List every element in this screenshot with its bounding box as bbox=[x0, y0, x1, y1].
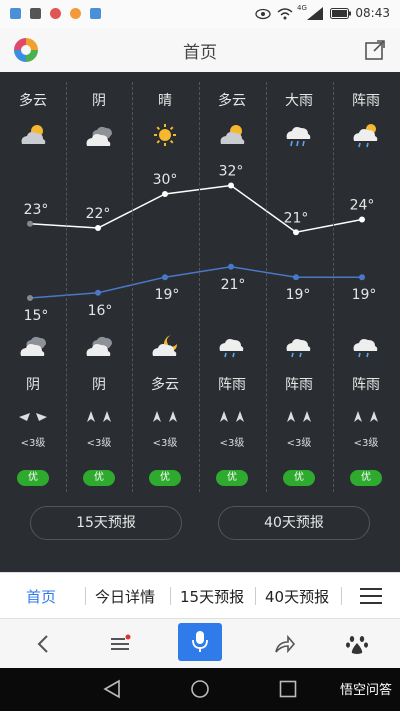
tab-divider bbox=[85, 587, 86, 605]
column-divider bbox=[266, 82, 268, 492]
wind-direction-icon bbox=[220, 411, 244, 422]
share-icon[interactable] bbox=[272, 632, 296, 656]
menu-icon[interactable] bbox=[108, 632, 132, 656]
cloudy-sun-icon bbox=[220, 125, 245, 144]
wind-direction-icon bbox=[153, 411, 177, 422]
wind-level: <3级 bbox=[152, 438, 178, 449]
aqi-badge: 优 bbox=[216, 470, 248, 486]
nav-back-icon[interactable] bbox=[102, 679, 122, 699]
day-column: 阵雨 阵雨 <3级 优 bbox=[333, 72, 399, 492]
wind-level: <3级 bbox=[86, 438, 112, 449]
page-title: 首页 bbox=[183, 43, 217, 63]
weather-night-label: 阵雨 bbox=[285, 377, 313, 393]
column-divider bbox=[333, 82, 335, 492]
day-column: 多云 阵雨 <3级 优 bbox=[199, 72, 265, 492]
aqi-badge: 优 bbox=[283, 470, 315, 486]
shower-icon bbox=[286, 339, 311, 358]
system-navigation-bar: 悟空问答 bbox=[0, 668, 400, 711]
tab-divider bbox=[341, 587, 342, 605]
aqi-badge: 优 bbox=[83, 470, 115, 486]
tab-divider bbox=[170, 587, 171, 605]
shower-icon bbox=[353, 339, 378, 358]
cloudy-sun-icon bbox=[21, 125, 46, 144]
tab-15-day[interactable]: 15天预报 bbox=[180, 586, 244, 607]
shower-icon bbox=[219, 339, 244, 358]
wind-level: <3级 bbox=[286, 438, 312, 449]
day-column: 多云 阴 <3级 优 bbox=[0, 72, 66, 492]
tab-today-details[interactable]: 今日详情 bbox=[95, 586, 155, 607]
weather-day-label: 多云 bbox=[19, 93, 47, 109]
weather-day-label: 晴 bbox=[158, 93, 172, 109]
microphone-icon bbox=[192, 631, 208, 652]
battery-icon bbox=[330, 8, 351, 19]
nav-recents-icon[interactable] bbox=[279, 680, 297, 698]
weather-day-label: 大雨 bbox=[285, 93, 313, 109]
day-column: 大雨 阵雨 <3级 优 bbox=[266, 72, 332, 492]
browser-toolbar bbox=[0, 618, 400, 669]
forecast-40-day-button[interactable]: 40天预报 bbox=[218, 506, 370, 540]
wifi-icon bbox=[277, 8, 293, 20]
weather-night-label: 阵雨 bbox=[218, 377, 246, 393]
wind-direction-icon bbox=[354, 411, 378, 422]
app-notification-icon bbox=[10, 8, 21, 19]
nav-home-icon[interactable] bbox=[190, 679, 210, 699]
aqi-badge: 优 bbox=[149, 470, 181, 486]
column-divider bbox=[199, 82, 201, 492]
wind-direction-icon bbox=[287, 411, 311, 422]
voice-search-button[interactable] bbox=[178, 623, 222, 661]
qr-notification-icon bbox=[30, 8, 41, 19]
eye-icon bbox=[255, 8, 271, 20]
app-notification-icon bbox=[90, 8, 101, 19]
baidu-paw-icon[interactable] bbox=[345, 632, 369, 656]
external-link-icon[interactable] bbox=[364, 39, 386, 61]
overcast-icon bbox=[86, 126, 112, 146]
wind-level: <3级 bbox=[353, 438, 379, 449]
weather-night-label: 阵雨 bbox=[352, 377, 380, 393]
tab-home[interactable]: 首页 bbox=[26, 586, 56, 607]
weather-day-label: 阵雨 bbox=[352, 93, 380, 109]
signal-icon bbox=[307, 7, 323, 20]
forecast-15-day-button[interactable]: 15天预报 bbox=[30, 506, 182, 540]
weather-night-label: 阴 bbox=[26, 377, 40, 393]
cloudy-moon-icon bbox=[152, 335, 177, 356]
tab-divider bbox=[255, 587, 256, 605]
overcast-icon bbox=[20, 336, 46, 356]
day-column: 阴 阴 <3级 优 bbox=[66, 72, 132, 492]
watermark: 悟空问答 bbox=[339, 683, 392, 698]
day-column: 晴 多云 <3级 优 bbox=[132, 72, 198, 492]
clock: 08:43 bbox=[355, 6, 390, 20]
weibo-notification-icon bbox=[50, 8, 61, 19]
weather-day-label: 阴 bbox=[92, 93, 106, 109]
heavy-rain-icon bbox=[286, 127, 311, 147]
aqi-badge: 优 bbox=[350, 470, 382, 486]
app-header: 首页 bbox=[0, 28, 400, 73]
column-divider bbox=[132, 82, 134, 492]
column-divider bbox=[66, 82, 68, 492]
overcast-icon bbox=[86, 336, 112, 356]
wind-level: <3级 bbox=[20, 438, 46, 449]
tab-40-day[interactable]: 40天预报 bbox=[265, 586, 329, 607]
sun-icon bbox=[154, 124, 176, 146]
weather-forecast-panel: 23° 15° 22° 16° 30° 19° 32° 21° 21° 19° 24° 19° 多云 … bbox=[0, 72, 400, 572]
wind-direction-icon bbox=[19, 413, 47, 421]
menu-icon[interactable] bbox=[360, 587, 382, 605]
bottom-tab-bar: 首页 今日详情 15天预报 40天预报 bbox=[0, 572, 400, 619]
taobao-notification-icon bbox=[70, 8, 81, 19]
back-arrow-icon[interactable] bbox=[32, 632, 56, 656]
network-type: 4G bbox=[297, 4, 307, 12]
status-bar: 4G 08:43 bbox=[0, 0, 400, 28]
shower-sun-icon bbox=[353, 124, 378, 148]
weather-night-label: 阴 bbox=[92, 377, 106, 393]
aqi-badge: 优 bbox=[17, 470, 49, 486]
wind-level: <3级 bbox=[219, 438, 245, 449]
wind-direction-icon bbox=[87, 411, 111, 422]
weather-night-label: 多云 bbox=[151, 377, 179, 393]
weather-day-label: 多云 bbox=[218, 93, 246, 109]
